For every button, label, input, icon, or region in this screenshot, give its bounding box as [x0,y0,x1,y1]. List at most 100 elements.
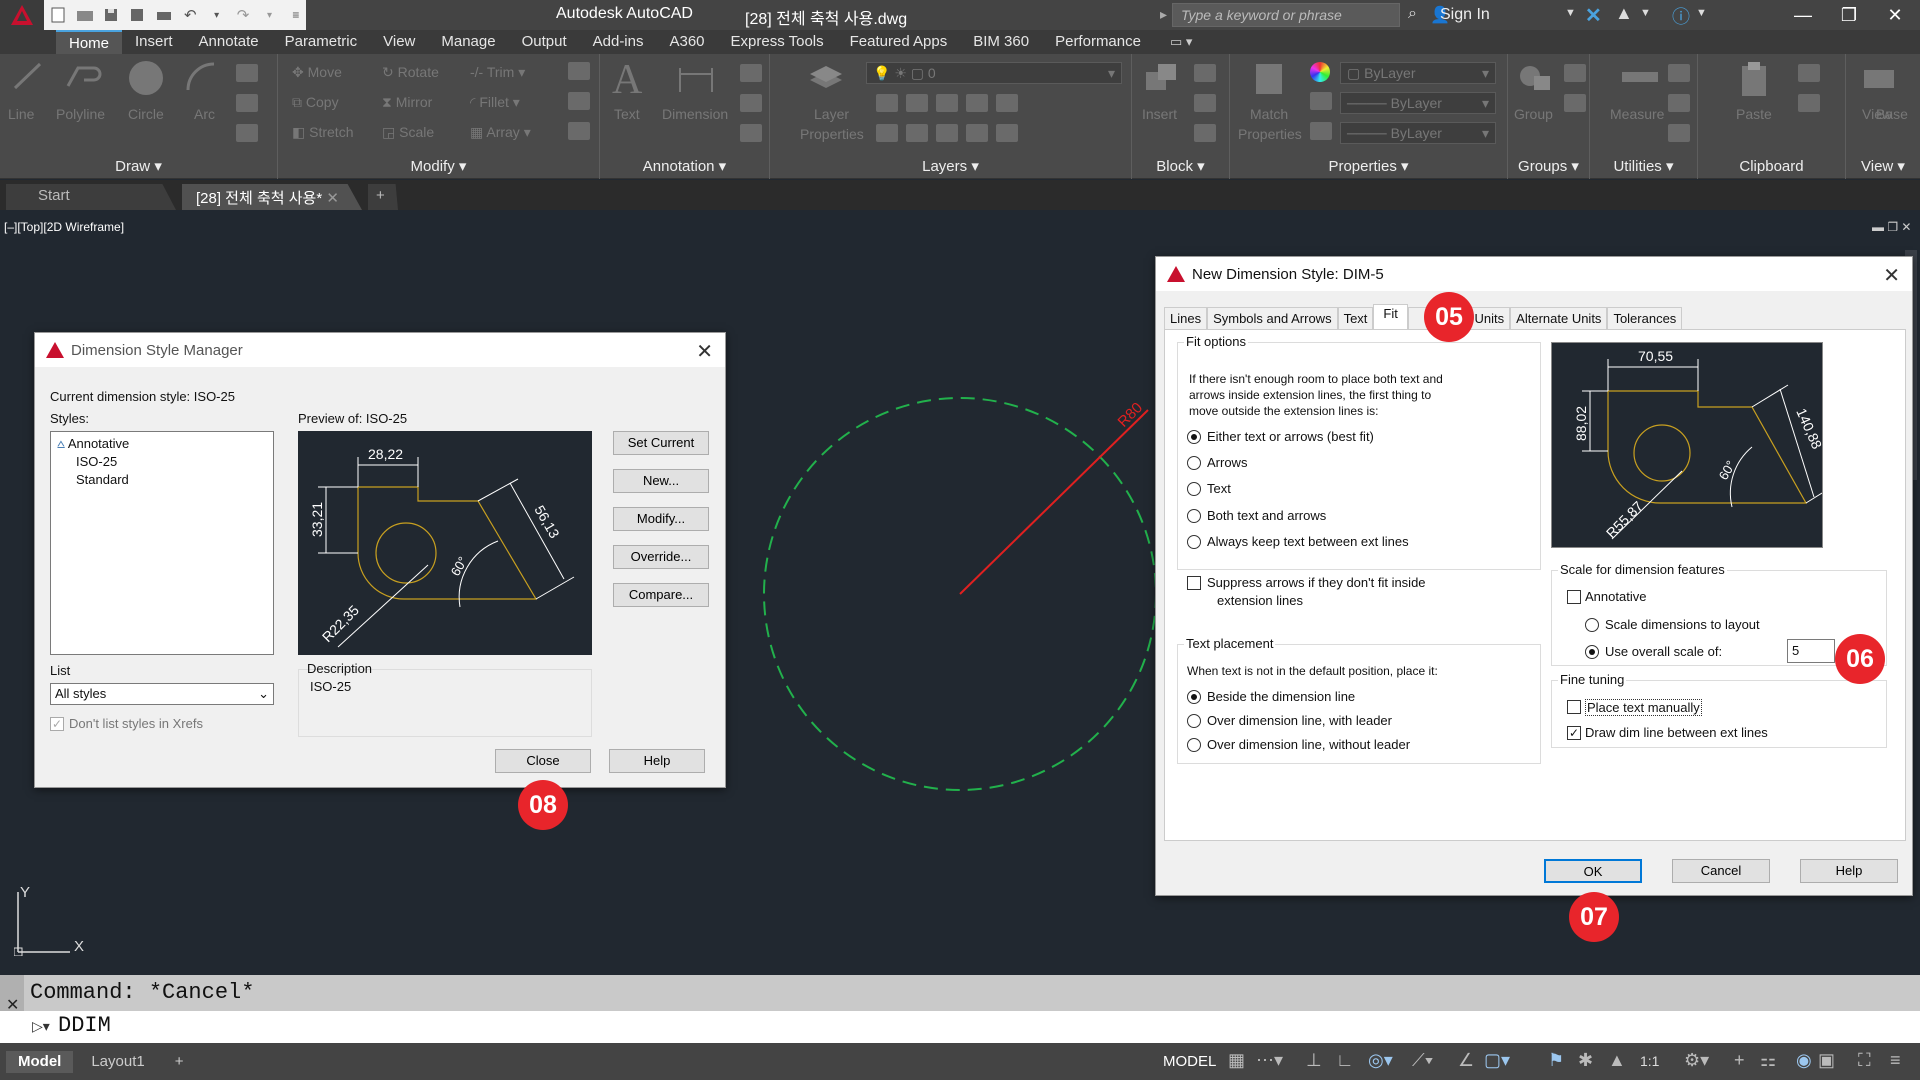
exchange-apps-icon[interactable]: ✕ [1585,3,1602,28]
save-icon[interactable] [101,5,121,25]
restore-icon[interactable]: ❐ [1826,0,1872,30]
tab-active-drawing[interactable]: [28] 전체 축척 사용* ✕ [182,184,362,210]
draw-panel-title[interactable]: Draw ▾ [0,157,277,175]
tab-layout1[interactable]: Layout1 [79,1051,156,1073]
stretch-button[interactable]: ◧ Stretch [292,124,353,141]
new-tab-button[interactable]: + [368,184,398,210]
customize-qat-icon[interactable]: ≡ [286,5,306,25]
annotative-checkbox[interactable] [1567,590,1581,604]
tab-annotate[interactable]: Annotate [186,30,272,54]
lineweight-dropdown[interactable]: ──── ByLayer ▾ [1340,92,1496,114]
viewport-controls-label[interactable]: [–][Top][2D Wireframe] [4,220,124,234]
radio-arrows[interactable] [1187,456,1201,470]
radio-overall-scale[interactable] [1585,645,1599,659]
radio-text[interactable] [1187,482,1201,496]
layer-dropdown[interactable]: 💡 ☀ ▢ 0 ▾ [866,62,1122,84]
annotation-scale-value[interactable]: 1:1 [1640,1053,1659,1069]
ribbon-minimize-icon[interactable]: ▭ ▾ [1170,34,1192,50]
rotate-button[interactable]: ↻ Rotate [382,64,439,81]
mirror-button[interactable]: ⧗ Mirror [382,94,432,111]
line-icon[interactable] [12,60,44,92]
annotation-scale-icon[interactable]: ▲ [1608,1050,1626,1071]
list-filter-select[interactable]: All styles ⌄ [50,683,274,705]
a360-icon[interactable]: ▲ [1615,3,1633,24]
view-panel-title[interactable]: View ▾ [1846,157,1920,175]
infer-icon[interactable]: ⊥ [1306,1050,1322,1071]
search-input[interactable]: Type a keyword or phrase [1172,3,1400,27]
tab-featured-apps[interactable]: Featured Apps [837,30,961,54]
tab-start[interactable]: Start [6,184,176,210]
base-view-icon[interactable] [1862,68,1898,92]
grid-icon[interactable]: ▦ [1228,1050,1245,1071]
modify-style-button[interactable]: Modify... [613,507,709,531]
styles-list[interactable]: ⩟ Annotative ISO-25 Standard [50,431,274,655]
erase-icon[interactable] [568,62,590,80]
command-prompt-icon[interactable]: ▷▾ [32,1018,50,1035]
tab-output[interactable]: Output [509,30,580,54]
tab-view[interactable]: View [370,30,428,54]
a360-dropdown-icon[interactable]: ▼ [1640,7,1651,19]
radio-best-fit[interactable] [1187,430,1201,444]
hatch-icon[interactable] [236,94,258,112]
block-panel-title[interactable]: Block ▾ [1132,157,1229,175]
layer-tool-2-icon[interactable] [906,94,928,112]
save-as-icon[interactable] [127,5,147,25]
sign-in-dropdown-icon[interactable]: ▼ [1565,7,1576,19]
text-icon[interactable]: A [612,56,642,104]
radio-over-with-leader[interactable] [1187,714,1201,728]
polyline-icon[interactable] [64,60,104,92]
tab-express-tools[interactable]: Express Tools [718,30,837,54]
add-scale-icon[interactable]: + [1734,1050,1745,1071]
tab-a360[interactable]: A360 [656,30,717,54]
nds-cancel-button[interactable]: Cancel [1672,859,1770,883]
utilities-panel-title[interactable]: Utilities ▾ [1590,157,1697,175]
tab-model[interactable]: Model [6,1050,74,1073]
scale-button[interactable]: ◲ Scale [382,124,434,141]
auto-scale-icon[interactable]: ✱ [1578,1050,1593,1071]
offset-icon[interactable] [568,122,590,140]
set-current-button[interactable]: Set Current [613,431,709,455]
binoculars-icon[interactable]: ⌕ [1408,5,1417,23]
plot-icon[interactable] [154,5,174,25]
dsm-close-icon[interactable]: ✕ [696,339,713,364]
search-expand-icon[interactable]: ▸ [1160,6,1167,23]
layers-panel-title[interactable]: Layers ▾ [770,157,1131,175]
trim-button[interactable]: -/- Trim ▾ [470,64,525,81]
tab-manage[interactable]: Manage [428,30,508,54]
edit-block-icon[interactable] [1194,94,1216,112]
layer-tool-7-icon[interactable] [906,124,928,142]
dsm-close-button[interactable]: Close [495,749,591,773]
model-space-label[interactable]: MODEL [1163,1053,1216,1070]
clean-screen-status-icon[interactable]: ▣ [1818,1050,1835,1071]
copy-clip-icon[interactable] [1798,94,1820,112]
dimension-icon[interactable] [676,62,716,98]
compare-style-button[interactable]: Compare... [613,583,709,607]
ortho-icon[interactable]: ∟ [1336,1050,1354,1071]
layer-tool-3-icon[interactable] [936,94,958,112]
id-point-icon[interactable] [1668,64,1690,82]
place-text-manually-checkbox[interactable] [1567,700,1581,714]
style-item-standard[interactable]: Standard [76,472,129,487]
style-item-iso-25[interactable]: ISO-25 [76,454,117,469]
isolate-objects-icon[interactable]: ◉ [1796,1050,1812,1071]
move-button[interactable]: ✥ Move [292,64,342,81]
isodraft-icon[interactable]: ⟋▾ [1412,1050,1433,1071]
tab-parametric[interactable]: Parametric [272,30,371,54]
radio-both[interactable] [1187,509,1201,523]
ungroup-icon[interactable] [1564,64,1586,82]
override-style-button[interactable]: Override... [613,545,709,569]
command-input-text[interactable]: DDIM [58,1013,111,1038]
radio-scale-to-layout[interactable] [1585,618,1599,632]
minimize-icon[interactable]: — [1780,0,1826,30]
tab-bim-360[interactable]: BIM 360 [960,30,1042,54]
new-file-icon[interactable] [48,5,68,25]
paste-icon[interactable] [1738,60,1774,98]
properties-panel-title[interactable]: Properties ▾ [1230,157,1507,175]
open-folder-icon[interactable] [74,5,94,25]
tab-symbols-arrows[interactable]: Symbols and Arrows [1207,307,1338,329]
new-style-button[interactable]: New... [613,469,709,493]
fullscreen-icon[interactable]: ⛶ [1858,1050,1871,1071]
match-properties-icon[interactable] [1252,60,1288,98]
modify-panel-title[interactable]: Modify ▾ [278,157,599,175]
create-block-icon[interactable] [1194,64,1216,82]
